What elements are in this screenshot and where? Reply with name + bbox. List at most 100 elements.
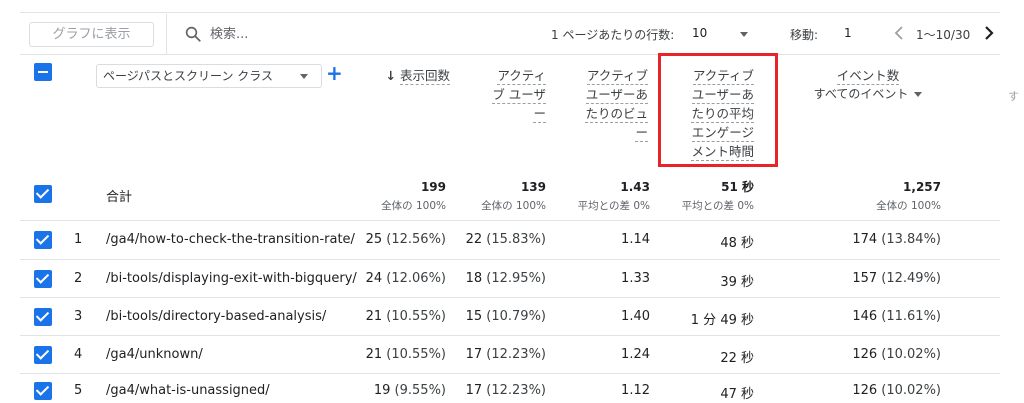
cell-pct: (10.02%) [881, 383, 941, 398]
totals-sub: 平均との差 0% [577, 200, 650, 212]
cell-value: 21 [365, 347, 383, 362]
row-page-path[interactable]: /ga4/unknown/ [106, 347, 203, 362]
row-views: 21 (10.55%) [360, 347, 446, 362]
row-index: 5 [74, 383, 83, 398]
search-input[interactable] [210, 22, 460, 46]
dimension-select[interactable]: ページパスとスクリーン クラス [96, 64, 322, 88]
column-header-events[interactable]: イベント数 すべてのイベント [800, 66, 936, 104]
cell-pct: (12.23%) [486, 347, 546, 362]
top-divider [20, 12, 1000, 13]
row-checkbox[interactable] [34, 231, 52, 249]
totals-value: 199 [420, 180, 446, 194]
events-filter-select[interactable]: すべてのイベント [800, 85, 936, 104]
row-page-path[interactable]: /ga4/what-is-unassigned/ [106, 383, 270, 398]
cell-value: 126 [852, 347, 878, 362]
cell-value: 126 [852, 383, 878, 398]
cell-pct: (12.06%) [386, 271, 446, 286]
move-page-input[interactable]: 1 [844, 26, 852, 40]
row-index: 3 [74, 309, 83, 324]
table-row[interactable]: 5 /ga4/what-is-unassigned/ 19 (9.55%) 17… [0, 372, 1024, 403]
header-line: ユーザーあ [585, 87, 648, 104]
column-header-views-per-user[interactable]: アクティブ ユーザーあ たりのビュ ー [584, 66, 648, 142]
column-header-active-users[interactable]: アクティ ブ ユーザ ー [488, 66, 546, 123]
select-all-checkbox[interactable] [34, 63, 52, 81]
header-line: ー [635, 125, 648, 142]
cell-value: 19 [373, 383, 391, 398]
totals-sub: 平均との差 0% [681, 200, 754, 212]
row-views-per-user: 1.24 [621, 347, 650, 362]
cell-pct: (15.83%) [486, 232, 546, 247]
cell-value: 174 [852, 232, 878, 247]
row-active-users: 17 (12.23%) [460, 347, 546, 362]
chevron-left-icon[interactable] [892, 23, 906, 43]
totals-value: 1.43 [620, 180, 650, 194]
table-row[interactable]: 4 /ga4/unknown/ 21 (10.55%) 17 (12.23%) … [0, 336, 1024, 374]
search-icon [185, 26, 201, 42]
toolbar-bottom-divider [20, 54, 1000, 55]
row-page-path[interactable]: /bi-tools/displaying-exit-with-bigquery/ [106, 271, 357, 286]
column-header-events-label: イベント数 [836, 68, 900, 85]
rows-per-page-dropdown-icon[interactable] [740, 32, 748, 37]
row-checkbox[interactable] [34, 346, 52, 364]
rows-per-page-label: 1 ページあたりの行数: [551, 28, 675, 42]
row-checkbox[interactable] [34, 308, 52, 326]
events-filter-dropdown-icon [914, 92, 923, 97]
totals-value: 139 [520, 180, 546, 194]
totals-label: 合計 [106, 190, 133, 205]
cell-pct: (9.55%) [394, 383, 446, 398]
header-line: ブ ユーザ [492, 87, 546, 104]
row-page-path[interactable]: /bi-tools/directory-based-analysis/ [106, 309, 326, 324]
toolbar-divider [166, 14, 167, 54]
page-range: 1〜10/30 [916, 28, 971, 42]
row-views: 19 (9.55%) [360, 383, 446, 398]
cell-pct: (12.23%) [486, 383, 546, 398]
show-in-graph-button[interactable]: グラフに表示 [29, 22, 154, 47]
cell-value: 24 [365, 271, 383, 286]
totals-active-users: 139 全体の 100% [470, 179, 546, 213]
sort-desc-icon: ↓ [385, 68, 396, 83]
row-checkbox[interactable] [34, 382, 52, 400]
cell-value: 25 [365, 232, 383, 247]
table-row[interactable]: 2 /bi-tools/displaying-exit-with-bigquer… [0, 260, 1024, 298]
totals-value: 51 秒 [721, 180, 754, 194]
row-engagement-time: 39 秒 [720, 275, 754, 290]
row-index: 2 [74, 271, 83, 286]
totals-sub: 全体の 100% [381, 200, 446, 212]
header-line: たりのビュ [585, 106, 648, 123]
row-checkbox[interactable] [34, 270, 52, 288]
cell-pct: (10.79%) [486, 309, 546, 324]
add-dimension-button[interactable]: + [326, 62, 343, 84]
dimension-dropdown-icon[interactable] [300, 74, 308, 79]
cell-value: 146 [852, 309, 878, 324]
cell-pct: (12.95%) [486, 271, 546, 286]
table-row[interactable]: 3 /bi-tools/directory-based-analysis/ 21… [0, 298, 1024, 336]
table-row[interactable]: 1 /ga4/how-to-check-the-transition-rate/… [0, 221, 1024, 259]
highlight-annotation-box [658, 53, 778, 167]
header-line: アクティ [497, 68, 546, 85]
row-engagement-time: 48 秒 [720, 236, 754, 251]
row-page-path[interactable]: /ga4/how-to-check-the-transition-rate/ [106, 232, 355, 247]
totals-value: 1,257 [903, 180, 941, 194]
header-line: アクティブ [586, 68, 648, 85]
table-toolbar: グラフに表示 1 ページあたりの行数: 10 移動: 1 1〜10/30 [0, 14, 1024, 54]
totals-checkbox[interactable] [34, 185, 52, 203]
row-views: 25 (12.56%) [360, 232, 446, 247]
row-active-users: 17 (12.23%) [460, 383, 546, 398]
column-header-views-label: 表示回数 [399, 68, 450, 85]
row-engagement-time: 22 秒 [720, 351, 754, 366]
cell-pct: (10.55%) [386, 309, 446, 324]
cell-pct: (12.56%) [386, 232, 446, 247]
row-index: 1 [74, 232, 83, 247]
row-active-users: 18 (12.95%) [460, 271, 546, 286]
header-line: ー [533, 106, 546, 123]
row-engagement-time: 1 分 49 秒 [690, 313, 754, 328]
column-header-views[interactable]: ↓ 表示回数 [372, 66, 450, 85]
cell-value: 157 [852, 271, 878, 286]
chevron-right-icon[interactable] [982, 23, 996, 43]
row-views: 24 (12.06%) [360, 271, 446, 286]
cell-value: 18 [465, 271, 483, 286]
row-views-per-user: 1.33 [621, 271, 650, 286]
move-label: 移動: [790, 28, 819, 42]
cell-pct: (13.84%) [881, 232, 941, 247]
row-views-per-user: 1.12 [621, 383, 650, 398]
